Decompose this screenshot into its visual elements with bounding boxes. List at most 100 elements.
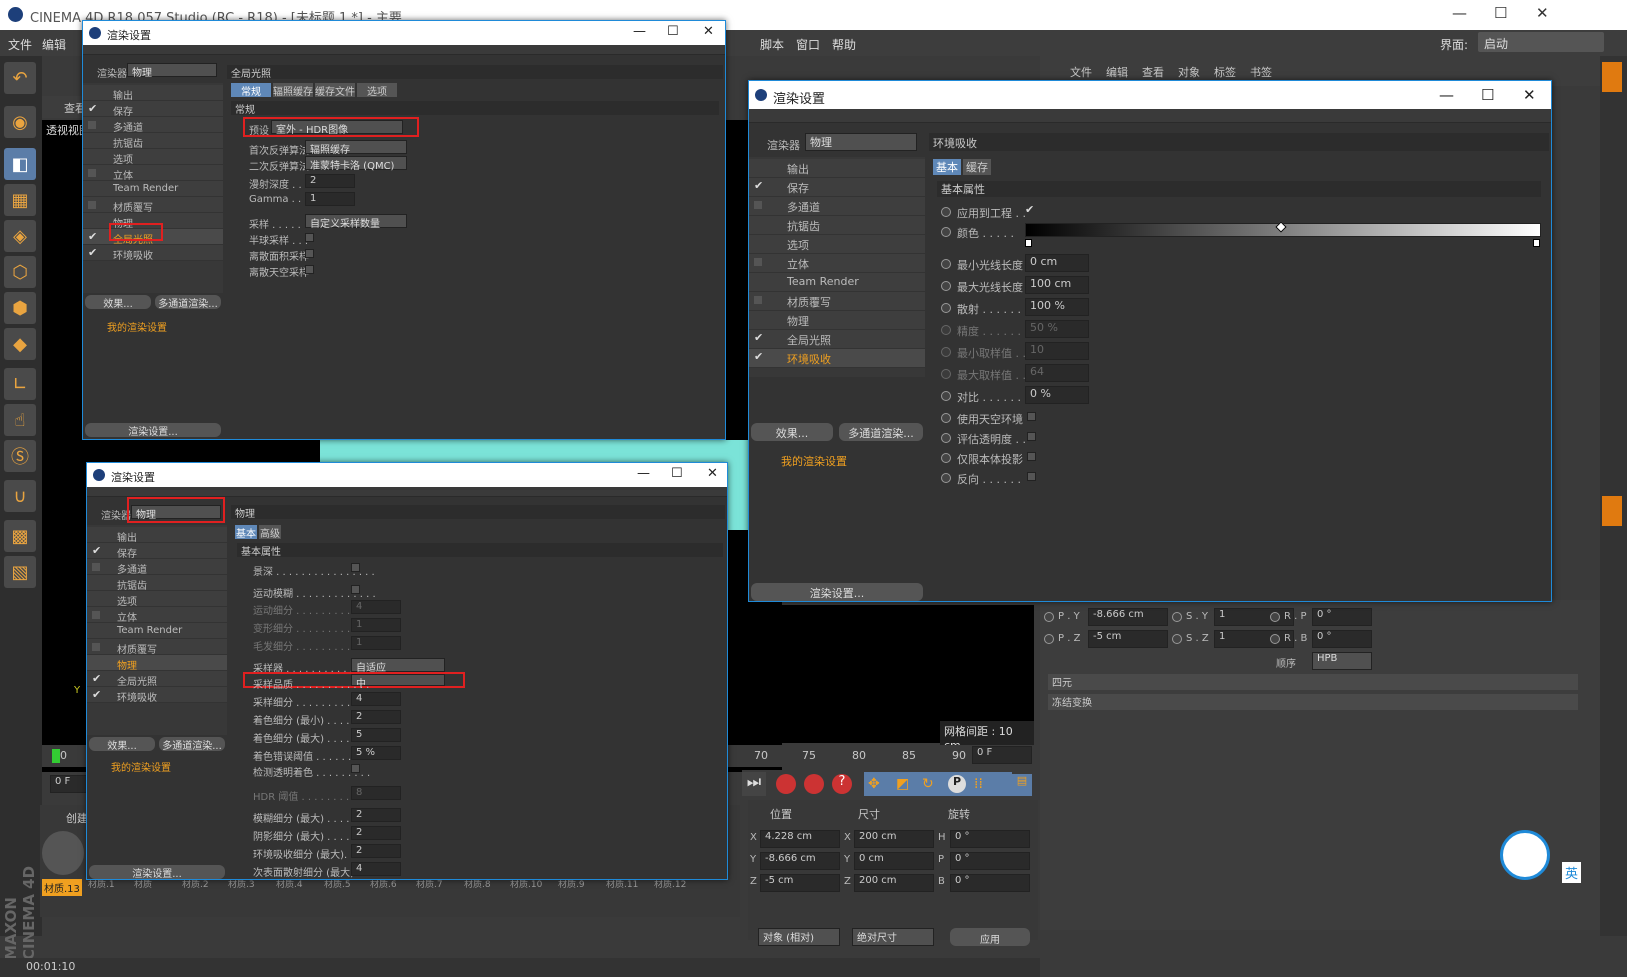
shadow-subdiv-field[interactable]: 2 bbox=[351, 826, 401, 840]
radio[interactable] bbox=[941, 303, 951, 313]
attr-sz-field[interactable]: 1 bbox=[1214, 630, 1294, 648]
close-icon[interactable]: ✕ bbox=[703, 24, 714, 39]
pla-key-icon[interactable]: ⁞⁞ bbox=[974, 776, 983, 792]
effects-button[interactable]: 效果... bbox=[89, 737, 155, 752]
side-tab-attributes[interactable] bbox=[1602, 496, 1622, 526]
dispersion-field[interactable]: 100 % bbox=[1025, 298, 1089, 316]
coord-rot-b[interactable]: 0 ° bbox=[950, 874, 1030, 892]
sidebar-item-physical[interactable]: 物理 bbox=[749, 311, 925, 330]
sidebar-item-multipass[interactable]: 多通道 bbox=[87, 559, 227, 576]
sampler-select[interactable]: 自适应 bbox=[351, 658, 445, 674]
coord-rot-p[interactable]: 0 ° bbox=[950, 852, 1030, 870]
gradient-start-marker[interactable] bbox=[1025, 239, 1032, 247]
accuracy-field[interactable]: 50 % bbox=[1025, 320, 1089, 338]
checkbox[interactable] bbox=[754, 258, 762, 266]
hdr-threshold-field[interactable]: 8 bbox=[351, 786, 401, 800]
attr-rb-field[interactable]: 0 ° bbox=[1312, 630, 1372, 648]
om-menu-edit[interactable]: 编辑 bbox=[1106, 64, 1128, 80]
maximize-icon[interactable]: ☐ bbox=[1494, 4, 1507, 22]
sidebar-item-save[interactable]: ✔ 保存 bbox=[87, 543, 227, 560]
sampling-subdiv-field[interactable]: 4 bbox=[351, 692, 401, 706]
edges-mode-icon[interactable]: ⬢ bbox=[4, 292, 36, 324]
menu-file[interactable]: 文件 bbox=[8, 36, 32, 53]
sidebar-item-global-illumination[interactable]: ✔ 全局光照 bbox=[87, 671, 227, 688]
check-icon[interactable]: ✔ bbox=[92, 544, 101, 557]
preset-select[interactable]: 室外 - HDR图像 bbox=[271, 120, 403, 136]
minimize-icon[interactable]: — bbox=[1452, 4, 1467, 22]
tweak-icon[interactable]: ☝ bbox=[4, 404, 36, 436]
sidebar-item-ambient-occlusion[interactable]: ✔ 环境吸收 bbox=[83, 245, 223, 262]
check-icon[interactable]: ✔ bbox=[754, 350, 763, 363]
sidebar-item-antialiasing[interactable]: 抗锯齿 bbox=[83, 133, 223, 150]
checkbox[interactable] bbox=[305, 233, 314, 242]
sss-subdiv-field[interactable]: 4 bbox=[351, 862, 401, 876]
timeline-window-icon[interactable]: ▤ bbox=[1012, 774, 1032, 796]
sidebar-item-physical[interactable]: 物理 bbox=[87, 655, 227, 672]
tab-basic[interactable]: 基本 bbox=[235, 525, 257, 540]
menu-window[interactable]: 窗口 bbox=[796, 36, 820, 53]
om-menu-file[interactable]: 文件 bbox=[1070, 64, 1092, 80]
effects-button[interactable]: 效果... bbox=[85, 295, 151, 310]
min-samples-field[interactable]: 10 bbox=[1025, 342, 1089, 360]
sidebar-item-output[interactable]: 输出 bbox=[87, 527, 227, 544]
sidebar-item-ambient-occlusion[interactable]: ✔ 环境吸收 bbox=[87, 687, 227, 704]
section-quaternion[interactable]: 四元 bbox=[1048, 674, 1578, 690]
scale-key-icon[interactable]: ◩ bbox=[896, 776, 909, 792]
radio[interactable] bbox=[941, 413, 951, 423]
max-ray-length-field[interactable]: 100 cm bbox=[1025, 276, 1089, 294]
sidebar-item-multipass[interactable]: 多通道 bbox=[749, 197, 925, 216]
apply-to-project-check-icon[interactable]: ✔ bbox=[1025, 203, 1034, 216]
render-settings-button[interactable]: 渲染设置... bbox=[89, 865, 225, 880]
effects-button[interactable]: 效果... bbox=[751, 423, 833, 441]
attr-pz-field[interactable]: -5 cm bbox=[1088, 630, 1168, 648]
sidebar-item-options[interactable]: 选项 bbox=[87, 591, 227, 608]
shading-min-field[interactable]: 2 bbox=[351, 710, 401, 724]
menu-help[interactable]: 帮助 bbox=[832, 36, 856, 53]
ao-subdiv-field[interactable]: 2 bbox=[351, 844, 401, 858]
attr-rp-field[interactable]: 0 ° bbox=[1312, 608, 1372, 626]
invert-checkbox[interactable] bbox=[1027, 472, 1036, 481]
coord-size-z[interactable]: 200 cm bbox=[854, 874, 934, 892]
radio-sz[interactable] bbox=[1172, 634, 1182, 644]
keyframe-help-icon[interactable]: ? bbox=[832, 774, 852, 794]
my-render-settings[interactable]: 我的渲染设置 bbox=[111, 759, 171, 774]
tab-basic[interactable]: 基本 bbox=[933, 159, 961, 175]
checkbox[interactable] bbox=[88, 169, 96, 177]
check-icon[interactable]: ✔ bbox=[88, 102, 97, 115]
coord-mode-select[interactable]: 对象 (相对) bbox=[758, 928, 840, 946]
multipass-button[interactable]: 多通道渲染... bbox=[155, 295, 221, 310]
self-shadow-checkbox[interactable] bbox=[1027, 452, 1036, 461]
coord-pos-x[interactable]: 4.228 cm bbox=[760, 830, 840, 848]
radio-color[interactable] bbox=[941, 227, 951, 237]
sidebar-item-antialiasing[interactable]: 抗锯齿 bbox=[749, 216, 925, 235]
end-frame-field[interactable]: 0 F bbox=[972, 746, 1032, 764]
gamma-field[interactable]: 1 bbox=[305, 192, 355, 206]
check-icon[interactable]: ✔ bbox=[88, 246, 97, 259]
sampling-select[interactable]: 自定义采样数量 bbox=[305, 214, 407, 230]
close-icon[interactable]: ✕ bbox=[1536, 4, 1549, 22]
primary-method-select[interactable]: 辐照缓存 bbox=[305, 140, 407, 156]
radio[interactable] bbox=[941, 369, 951, 379]
sidebar-item-stereo[interactable]: 立体 bbox=[749, 254, 925, 273]
minimize-icon[interactable]: — bbox=[1439, 86, 1454, 104]
menu-script[interactable]: 脚本 bbox=[760, 36, 784, 53]
playhead[interactable] bbox=[52, 749, 60, 763]
check-icon[interactable]: ✔ bbox=[754, 331, 763, 344]
close-icon[interactable]: ✕ bbox=[1523, 86, 1536, 104]
ime-indicator[interactable]: 英 bbox=[1562, 862, 1582, 883]
check-icon[interactable]: ✔ bbox=[754, 179, 763, 192]
sidebar-item-stereo[interactable]: 立体 bbox=[83, 165, 223, 182]
radio[interactable] bbox=[941, 391, 951, 401]
globe-icon[interactable]: ◉ bbox=[4, 106, 36, 138]
polygons-mode-icon[interactable]: ◆ bbox=[4, 328, 36, 360]
coord-size-mode-select[interactable]: 绝对尺寸 bbox=[852, 928, 934, 946]
maximize-icon[interactable]: ☐ bbox=[671, 466, 683, 481]
checkbox[interactable] bbox=[754, 296, 762, 304]
rotate-key-icon[interactable]: ↻ bbox=[922, 776, 934, 792]
sidebar-item-team-render[interactable]: Team Render bbox=[749, 273, 925, 292]
sidebar-item-team-render[interactable]: Team Render bbox=[87, 623, 227, 639]
coord-size-x[interactable]: 200 cm bbox=[854, 830, 934, 848]
blur-subdiv-field[interactable]: 2 bbox=[351, 808, 401, 822]
magnet-icon[interactable]: ∪ bbox=[4, 480, 36, 512]
checkbox[interactable] bbox=[305, 265, 314, 274]
